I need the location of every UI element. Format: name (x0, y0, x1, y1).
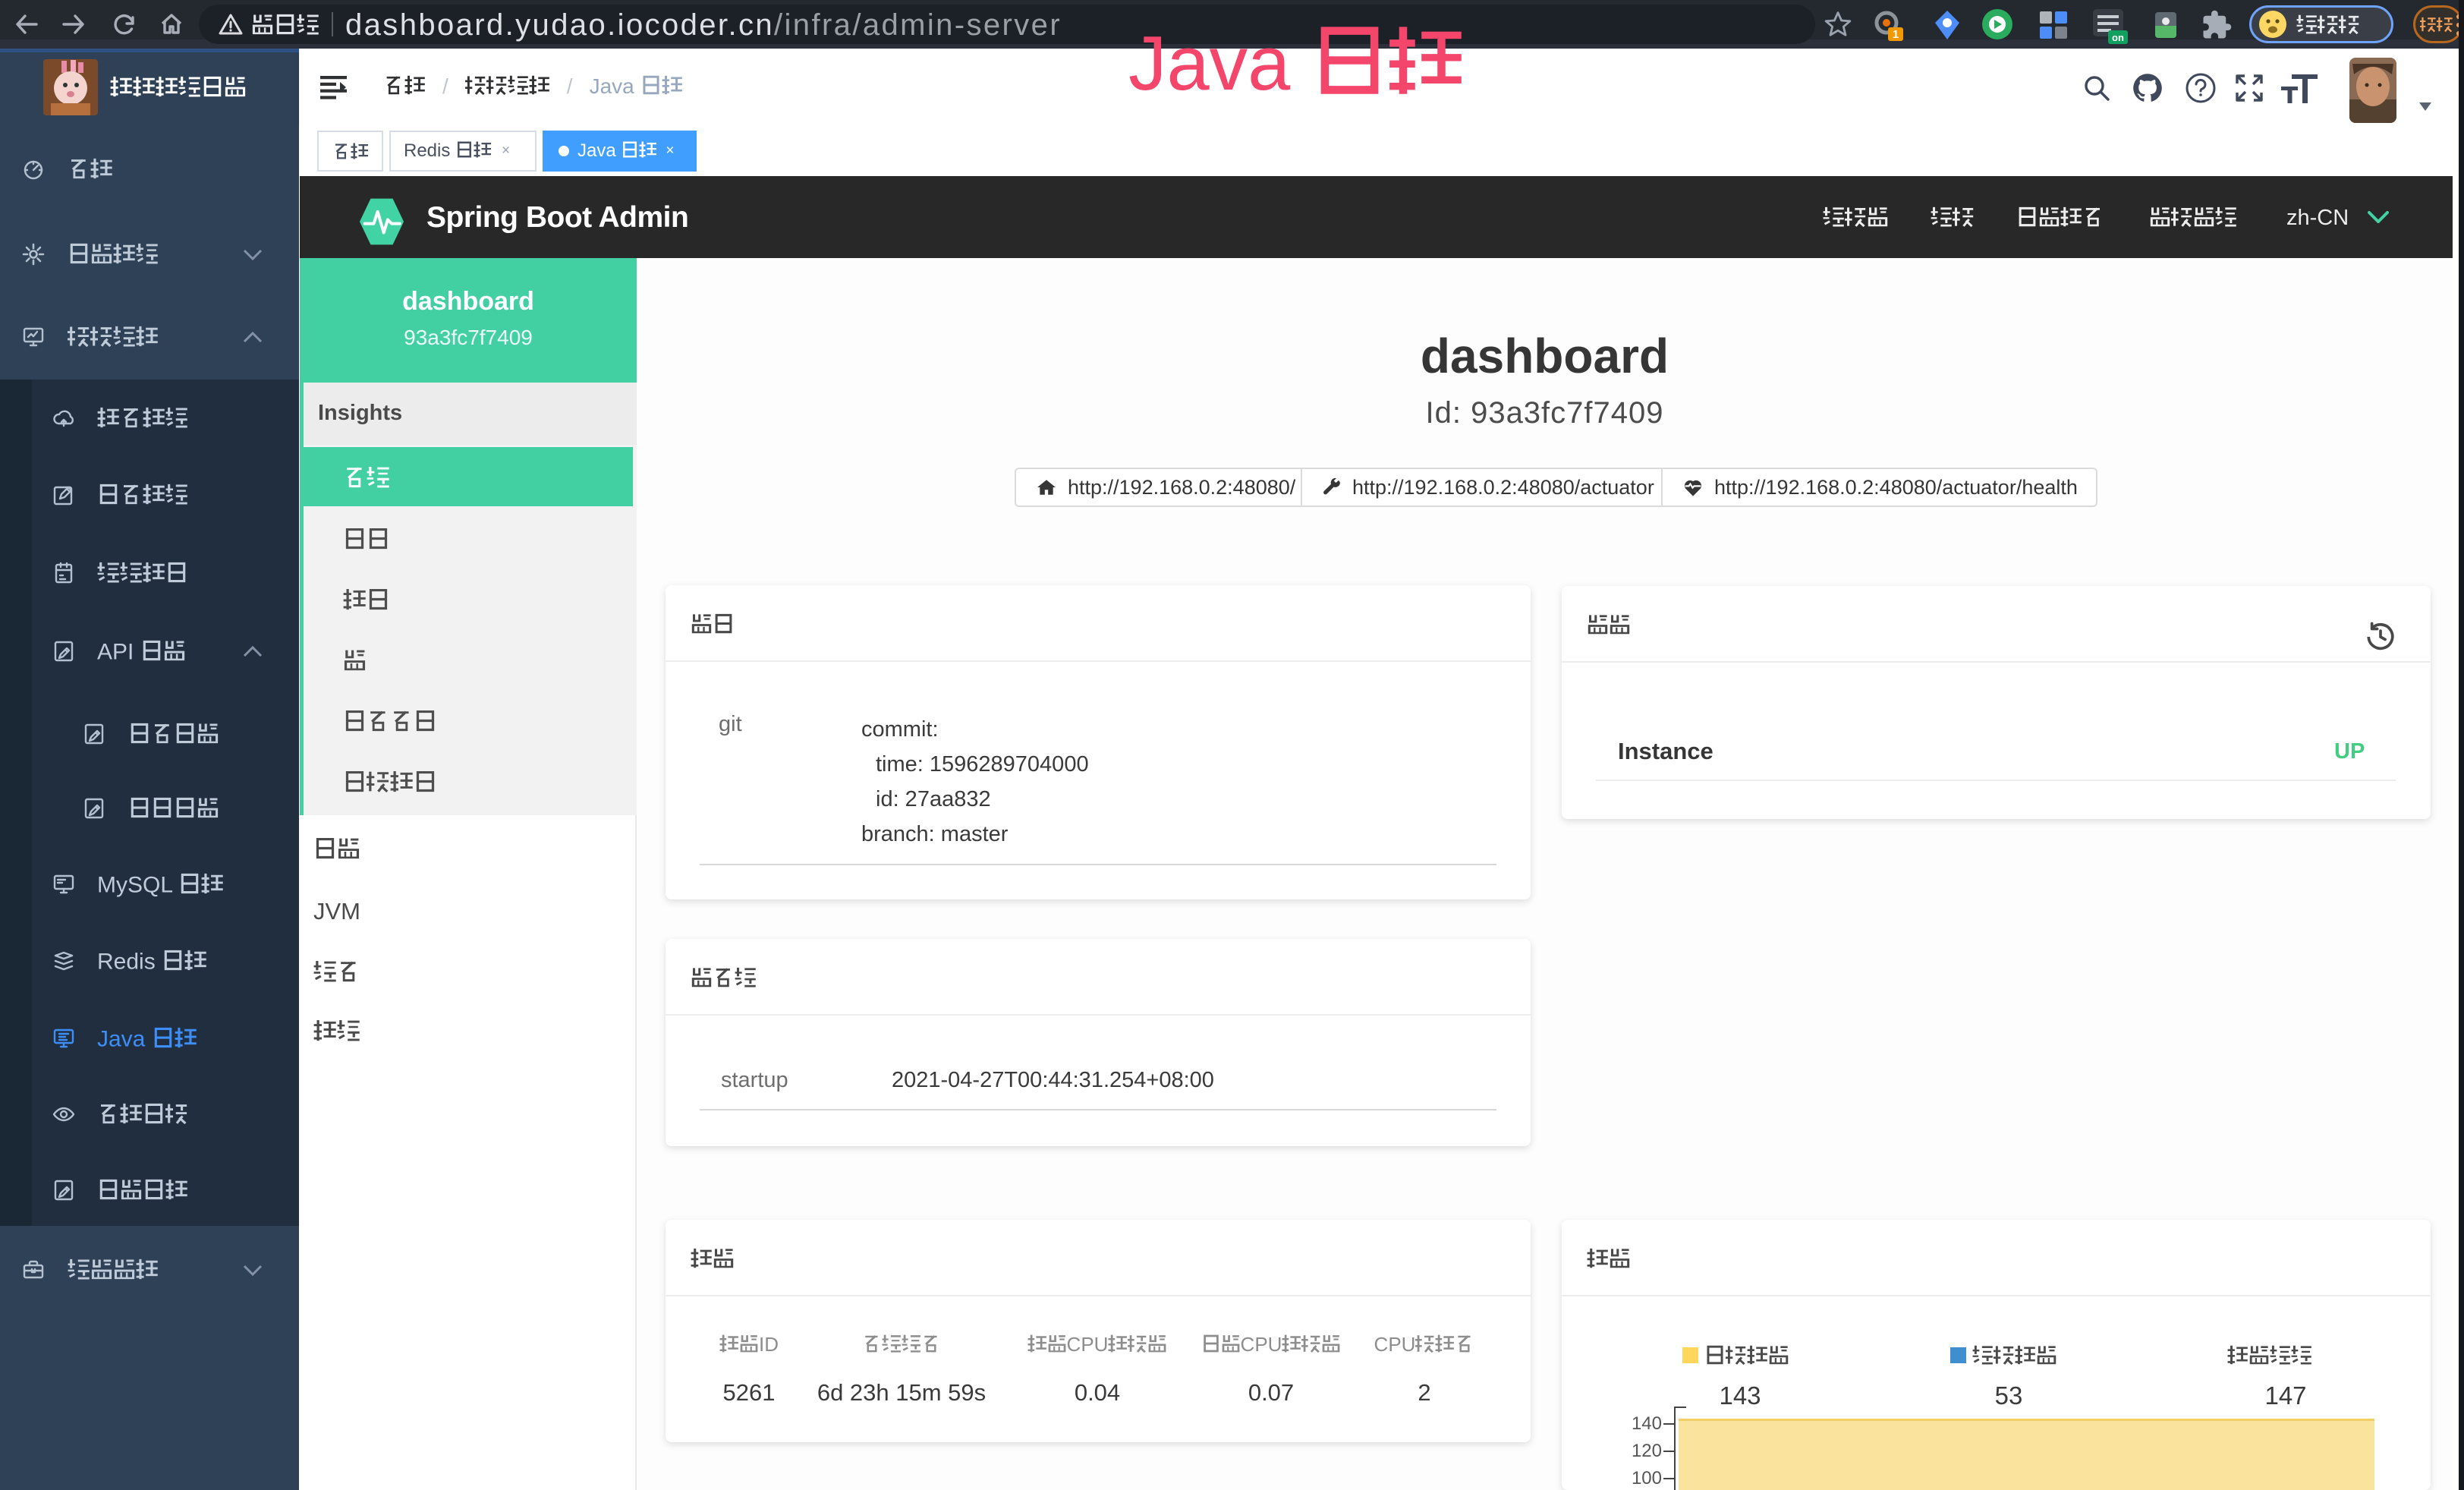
svg-text:on: on (2112, 32, 2124, 43)
svg-text:1: 1 (1893, 28, 1899, 41)
